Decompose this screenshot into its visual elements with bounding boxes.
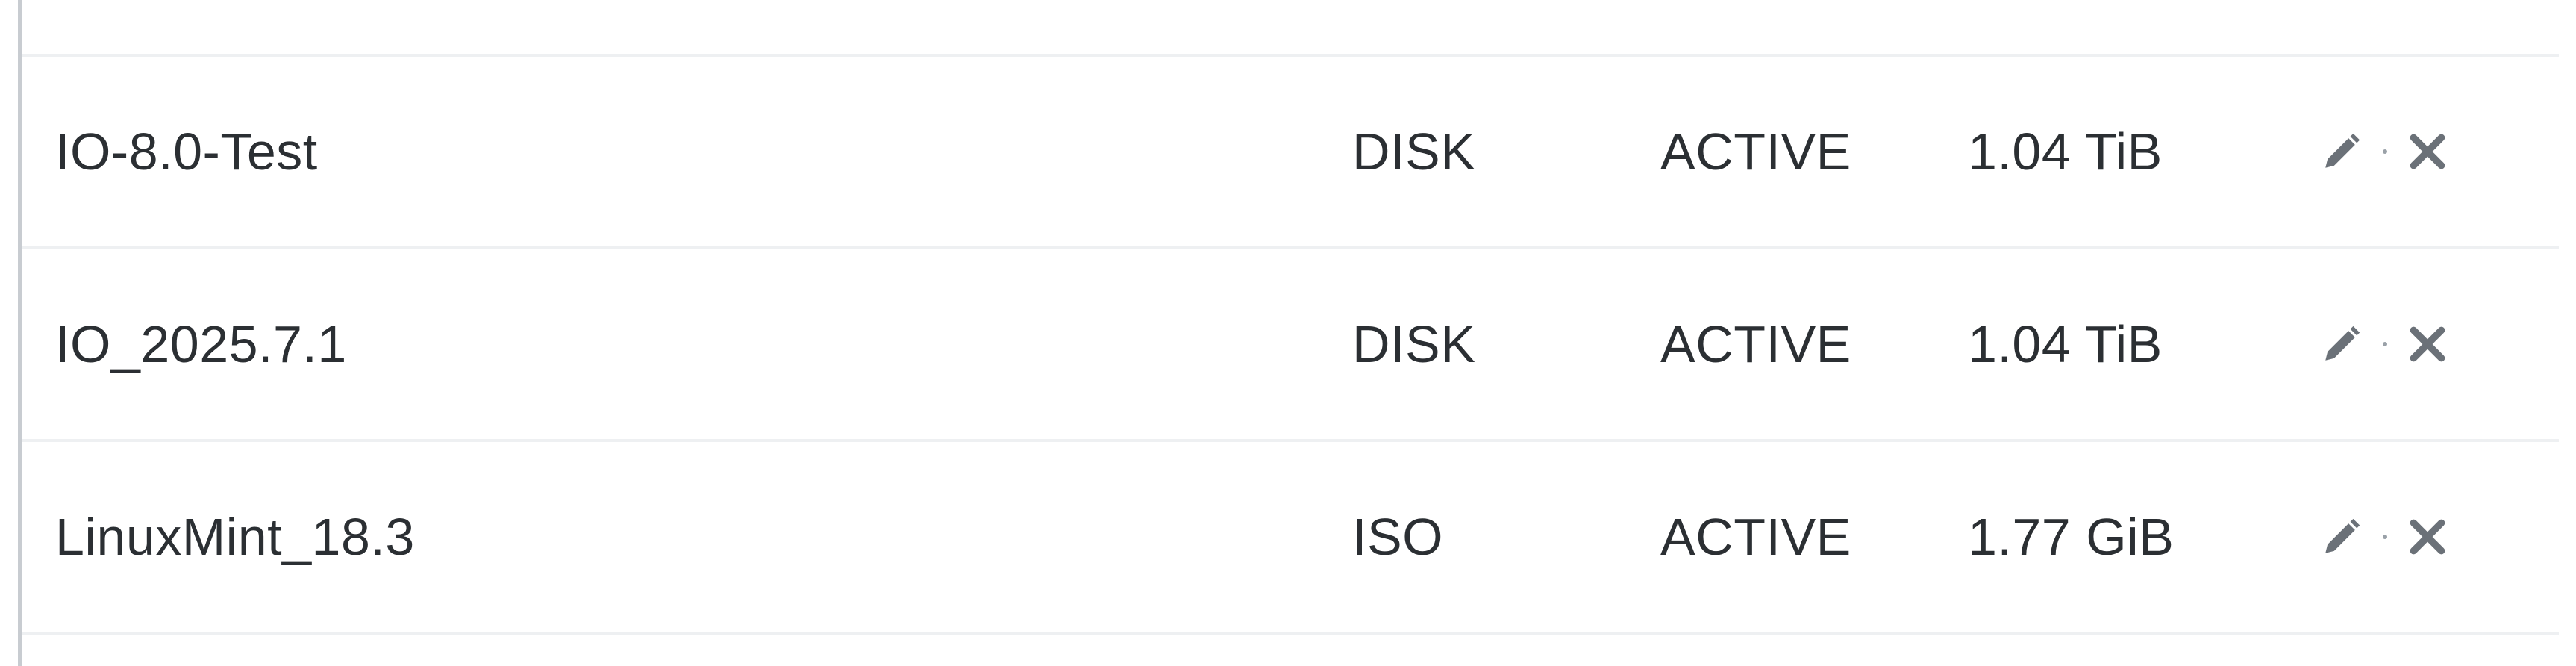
image-name-cell: IO-8.0-Test [55, 122, 318, 181]
edit-pencil-icon[interactable] [2320, 515, 2363, 558]
image-size-cell: 1.04 TiB [1968, 315, 2163, 373]
action-separator [2383, 535, 2387, 539]
edit-pencil-icon[interactable] [2320, 130, 2363, 173]
image-name-cell: IO_2025.7.1 [55, 315, 347, 373]
delete-close-icon[interactable] [2407, 323, 2448, 365]
image-status-cell: ACTIVE [1660, 315, 1851, 373]
row-actions [2320, 57, 2448, 246]
image-status-cell: ACTIVE [1660, 122, 1851, 181]
image-size-cell: 1.77 GiB [1968, 508, 2175, 566]
image-type-cell: DISK [1352, 315, 1476, 373]
image-status-cell: ACTIVE [1660, 508, 1851, 566]
delete-close-icon[interactable] [2407, 131, 2448, 172]
table-row[interactable]: IO-8.0-Test DISK ACTIVE 1.04 TiB [22, 57, 2559, 246]
table-row[interactable]: LinuxMint_18.3 ISO ACTIVE 1.77 GiB [22, 442, 2559, 632]
image-name-cell: LinuxMint_18.3 [55, 508, 415, 566]
action-separator [2383, 149, 2387, 154]
row-divider [22, 632, 2559, 635]
action-separator [2383, 342, 2387, 346]
image-size-cell: 1.04 TiB [1968, 122, 2163, 181]
image-type-cell: ISO [1352, 508, 1444, 566]
image-type-cell: DISK [1352, 122, 1476, 181]
image-table: IO-8.0-Test DISK ACTIVE 1.04 TiB IO_2025… [22, 0, 2559, 666]
delete-close-icon[interactable] [2407, 516, 2448, 558]
table-row[interactable]: IO_2025.7.1 DISK ACTIVE 1.04 TiB [22, 249, 2559, 439]
row-actions [2320, 249, 2448, 439]
row-actions [2320, 442, 2448, 632]
edit-pencil-icon[interactable] [2320, 323, 2363, 366]
